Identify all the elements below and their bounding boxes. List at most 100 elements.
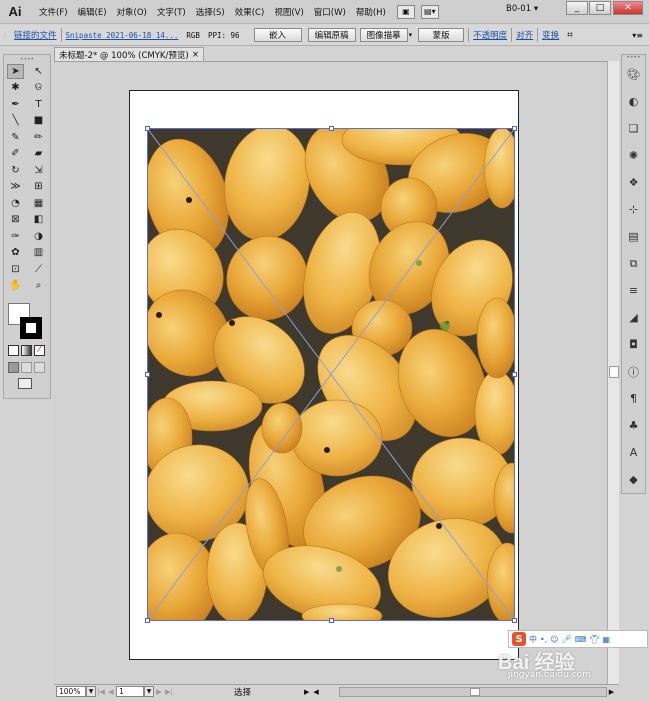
scroll-right-icon[interactable]: ▶ xyxy=(609,688,614,696)
artboard-dropdown-icon[interactable]: ▼ xyxy=(144,686,154,697)
first-artboard-icon[interactable]: |◀ xyxy=(96,686,106,697)
transform-link[interactable]: 变换 xyxy=(542,29,559,41)
magic-wand-tool-icon[interactable]: ✱ xyxy=(7,80,24,95)
ime-skin-icon[interactable]: 👕︎ xyxy=(589,635,599,644)
prev-artboard-icon[interactable]: ◀ xyxy=(106,686,116,697)
type-tool-icon[interactable]: T xyxy=(30,97,47,112)
symbol-sprayer-tool-icon[interactable]: ✿ xyxy=(7,245,24,260)
menu-window[interactable]: 窗口(W) xyxy=(309,6,351,18)
next-artboard-icon[interactable]: ▶ xyxy=(154,686,164,697)
menu-select[interactable]: 选择(S) xyxy=(191,6,230,18)
blend-tool-icon[interactable]: ◑ xyxy=(30,229,47,244)
zoom-tool-icon[interactable]: ⌕ xyxy=(30,278,47,293)
tools-grip-icon[interactable]: •••• xyxy=(4,55,50,63)
draw-inside-icon[interactable] xyxy=(34,362,45,373)
pen-tool-icon[interactable]: ✒ xyxy=(7,97,24,112)
resize-handle-top-right[interactable] xyxy=(512,126,517,131)
paragraph-panel-icon[interactable]: ¶ xyxy=(622,385,645,412)
symbols-panel-icon[interactable]: ❖ xyxy=(622,169,645,196)
scale-tool-icon[interactable]: ⇲ xyxy=(30,163,47,178)
workspace-switcher[interactable]: B0-01 ▾ xyxy=(504,4,564,19)
color-button-icon[interactable] xyxy=(8,345,19,356)
isolate-icon[interactable]: ⌗ xyxy=(567,30,573,41)
pathfinder-panel-icon[interactable]: ⧉ xyxy=(622,250,645,277)
transparency-panel-icon[interactable]: ◘ xyxy=(622,331,645,358)
image-trace-dropdown-icon[interactable]: ▾ xyxy=(409,31,413,39)
resize-handle-left[interactable] xyxy=(145,372,150,377)
none-button-icon[interactable]: ⁄ xyxy=(34,345,45,356)
mask-button[interactable]: 蒙版 xyxy=(418,28,465,42)
slice-tool-icon[interactable]: ⟋ xyxy=(30,262,47,277)
zoom-dropdown-icon[interactable]: ▼ xyxy=(86,686,96,697)
perspective-grid-tool-icon[interactable]: ▦ xyxy=(30,196,47,211)
lasso-tool-icon[interactable]: ଡ xyxy=(30,80,47,95)
align-panel-icon[interactable]: ▤ xyxy=(622,223,645,250)
file-name-link[interactable]: Snipaste_2021-06-18_14... xyxy=(66,31,179,40)
character-panel-icon[interactable]: A xyxy=(622,439,645,466)
eraser-tool-icon[interactable]: ▰ xyxy=(30,146,47,161)
canvas-area[interactable] xyxy=(54,61,610,684)
color-panel-icon[interactable]: 🎨︎ xyxy=(622,61,645,88)
zoom-input[interactable]: 100% xyxy=(56,686,86,697)
control-menu-icon[interactable]: ▾≡ xyxy=(632,31,643,40)
vertical-scroll-thumb[interactable] xyxy=(609,366,619,378)
selection-bounding-box[interactable] xyxy=(145,126,517,623)
horizontal-scroll-thumb[interactable] xyxy=(469,687,480,696)
direct-selection-tool-icon[interactable]: ↖ xyxy=(30,64,47,79)
control-bar-grip-icon[interactable]: ⋮ xyxy=(2,32,14,39)
pencil-tool-icon[interactable]: ✏ xyxy=(30,130,47,145)
menu-object[interactable]: 对象(O) xyxy=(112,6,152,18)
stroke-swatch[interactable] xyxy=(20,317,42,339)
brushes-panel-icon[interactable]: ✺ xyxy=(622,142,645,169)
artboard-tool-icon[interactable]: ⊡ xyxy=(7,262,24,277)
vertical-scrollbar[interactable] xyxy=(607,61,619,684)
last-artboard-icon[interactable]: ▶| xyxy=(164,686,174,697)
document-tab[interactable]: 未标题-2* @ 100% (CMYK/预览) × xyxy=(54,47,204,61)
scroll-left-icon[interactable]: ◀ xyxy=(313,688,318,696)
close-tab-icon[interactable]: × xyxy=(192,50,199,60)
artboard-number-input[interactable]: 1 xyxy=(116,686,144,697)
close-button[interactable]: ✕ xyxy=(613,1,643,15)
resize-handle-bottom-right[interactable] xyxy=(512,618,517,623)
arrange-documents-icon[interactable]: ▤▾ xyxy=(420,4,439,19)
gradient-button-icon[interactable] xyxy=(21,345,32,356)
gradient-tool-icon[interactable]: ◧ xyxy=(30,212,47,227)
line-tool-icon[interactable]: ╲ xyxy=(7,113,24,128)
resize-handle-right[interactable] xyxy=(512,372,517,377)
resize-handle-bottom-left[interactable] xyxy=(145,618,150,623)
resize-handle-top-left[interactable] xyxy=(145,126,150,131)
sogou-logo-icon[interactable]: S xyxy=(512,632,526,646)
resize-handle-bottom[interactable] xyxy=(329,618,334,623)
shape-builder-tool-icon[interactable]: ◔ xyxy=(7,196,24,211)
ime-punctuation-icon[interactable]: •, xyxy=(540,635,547,644)
menu-view[interactable]: 视图(V) xyxy=(269,6,308,18)
rotate-tool-icon[interactable]: ↻ xyxy=(7,163,24,178)
width-tool-icon[interactable]: ≫ xyxy=(7,179,24,194)
color-guide-icon[interactable]: ◐ xyxy=(622,88,645,115)
draw-behind-icon[interactable] xyxy=(21,362,32,373)
bridge-icon[interactable]: ▣ xyxy=(396,4,415,19)
minimize-button[interactable]: _ xyxy=(566,1,588,15)
align-link[interactable]: 对齐 xyxy=(516,29,533,41)
symbols-club-icon[interactable]: ♣ xyxy=(622,412,645,439)
rectangle-tool-icon[interactable]: ■ xyxy=(30,113,47,128)
ime-language-toggle[interactable]: 中 xyxy=(529,634,537,645)
draw-normal-icon[interactable] xyxy=(8,362,19,373)
resize-handle-top[interactable] xyxy=(329,126,334,131)
linked-file-link[interactable]: 链接的文件 xyxy=(14,29,57,41)
mesh-tool-icon[interactable]: ⊠ xyxy=(7,212,24,227)
menu-help[interactable]: 帮助(H) xyxy=(351,6,391,18)
menu-file[interactable]: 文件(F) xyxy=(34,6,73,18)
free-transform-tool-icon[interactable]: ⊞ xyxy=(30,179,47,194)
paintbrush-tool-icon[interactable]: ✎ xyxy=(7,130,24,145)
hand-tool-icon[interactable]: ✋ xyxy=(7,278,24,293)
swatches-panel-icon[interactable]: ❏ xyxy=(622,115,645,142)
embed-button[interactable]: 嵌入 xyxy=(253,28,302,42)
opacity-link[interactable]: 不透明度 xyxy=(473,29,507,41)
blob-brush-tool-icon[interactable]: ✐ xyxy=(7,146,24,161)
info-panel-icon[interactable]: ⓘ xyxy=(622,358,645,385)
layers-panel-icon[interactable]: ◆ xyxy=(622,466,645,493)
ime-tools-icon[interactable]: ▦ xyxy=(602,635,610,644)
menu-edit[interactable]: 编辑(E) xyxy=(73,6,112,18)
menu-effect[interactable]: 效果(C) xyxy=(230,6,270,18)
